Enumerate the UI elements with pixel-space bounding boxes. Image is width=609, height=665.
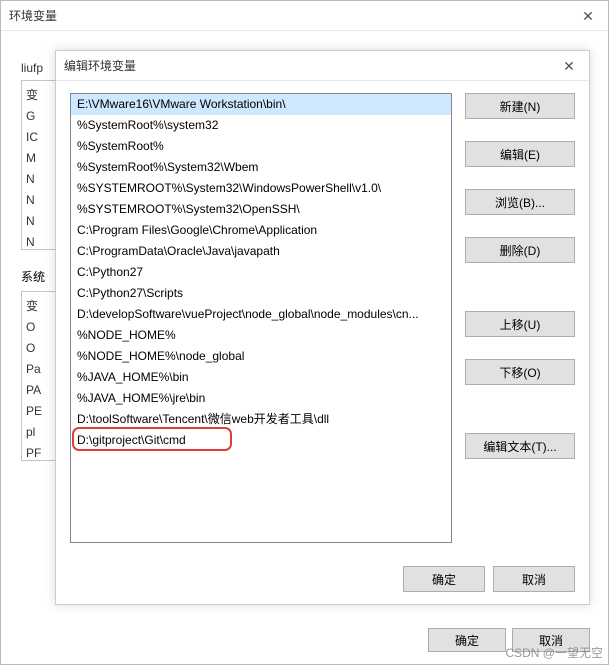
move-down-button[interactable]: 下移(O) xyxy=(465,359,575,385)
modal-titlebar: 编辑环境变量 ✕ xyxy=(56,51,589,81)
browse-button[interactable]: 浏览(B)... xyxy=(465,189,575,215)
ok-button[interactable]: 确定 xyxy=(403,566,485,592)
path-list-item[interactable]: C:\Program Files\Google\Chrome\Applicati… xyxy=(71,220,451,241)
path-list-item[interactable]: %SystemRoot% xyxy=(71,136,451,157)
parent-titlebar: 环境变量 ✕ xyxy=(1,1,608,31)
path-list-item[interactable]: C:\Python27\Scripts xyxy=(71,283,451,304)
path-list-item[interactable]: %SYSTEMROOT%\System32\OpenSSH\ xyxy=(71,199,451,220)
path-list-item[interactable]: D:\developSoftware\vueProject\node_globa… xyxy=(71,304,451,325)
close-icon[interactable]: ✕ xyxy=(568,1,608,31)
path-list-item[interactable]: %JAVA_HOME%\jre\bin xyxy=(71,388,451,409)
modal-title: 编辑环境变量 xyxy=(64,57,136,74)
modal-dialog-buttons: 确定 取消 xyxy=(403,566,575,592)
path-list-item[interactable]: %NODE_HOME%\node_global xyxy=(71,346,451,367)
close-icon[interactable]: ✕ xyxy=(549,51,589,81)
path-list-item[interactable]: %JAVA_HOME%\bin xyxy=(71,367,451,388)
path-list-item[interactable]: %NODE_HOME% xyxy=(71,325,451,346)
path-list-item[interactable]: D:\gitproject\Git\cmd xyxy=(71,430,451,451)
path-list-item[interactable]: %SYSTEMROOT%\System32\WindowsPowerShell\… xyxy=(71,178,451,199)
path-list-item[interactable]: %SystemRoot%\System32\Wbem xyxy=(71,157,451,178)
cancel-button[interactable]: 取消 xyxy=(493,566,575,592)
new-button[interactable]: 新建(N) xyxy=(465,93,575,119)
path-list-item[interactable]: C:\Python27 xyxy=(71,262,451,283)
path-list-item[interactable]: E:\VMware16\VMware Workstation\bin\ xyxy=(71,94,451,115)
watermark-text: CSDN @一望无空 xyxy=(505,644,603,661)
path-listbox[interactable]: E:\VMware16\VMware Workstation\bin\%Syst… xyxy=(70,93,452,543)
side-button-group: 新建(N) 编辑(E) 浏览(B)... 删除(D) 上移(U) 下移(O) 编… xyxy=(465,93,575,467)
path-list-item[interactable]: C:\ProgramData\Oracle\Java\javapath xyxy=(71,241,451,262)
modal-body: E:\VMware16\VMware Workstation\bin\%Syst… xyxy=(56,81,589,604)
edit-button[interactable]: 编辑(E) xyxy=(465,141,575,167)
ok-button[interactable]: 确定 xyxy=(428,628,506,652)
path-list-item[interactable]: %SystemRoot%\system32 xyxy=(71,115,451,136)
parent-title: 环境变量 xyxy=(9,7,57,24)
delete-button[interactable]: 删除(D) xyxy=(465,237,575,263)
edit-env-var-dialog: 编辑环境变量 ✕ E:\VMware16\VMware Workstation\… xyxy=(55,50,590,605)
path-list-item[interactable]: D:\toolSoftware\Tencent\微信web开发者工具\dll xyxy=(71,409,451,430)
edit-text-button[interactable]: 编辑文本(T)... xyxy=(465,433,575,459)
move-up-button[interactable]: 上移(U) xyxy=(465,311,575,337)
